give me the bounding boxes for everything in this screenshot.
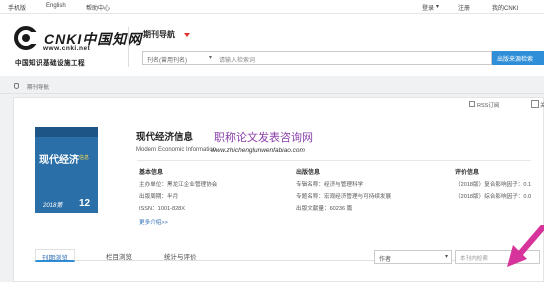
evaluation-info-heading: 评价信息 (455, 170, 480, 176)
help-center-link[interactable]: 帮助中心 (86, 3, 110, 12)
top-utility-bar: 手机版 English 帮助中心 登录 ▾ 注册 我的CNKI (0, 0, 544, 14)
chevron-down-icon: ▾ (444, 254, 448, 260)
english-link[interactable]: English (46, 3, 66, 9)
publish-info-line: 专题名称：宏观经济管理与可持续发展 (296, 194, 392, 200)
follow-link[interactable]: 关 (540, 101, 544, 109)
watermark-text: 职称论文发表咨询网 (214, 132, 313, 144)
search-button[interactable]: 出版来源检索 (492, 51, 544, 65)
rss-icon[interactable] (469, 101, 475, 107)
more-intro-link[interactable]: 更多介绍>> (139, 218, 168, 226)
basic-info-line: 主办单位：黑龙江企业管理协会 (139, 182, 218, 188)
logo-subtitle: 中国知识基础设施工程 (15, 60, 85, 67)
watermark-url: www.zhichenglunwenfabiao.com (211, 147, 305, 154)
evaluation-info-line: （2018版）综合影响因子：0.0 (455, 194, 532, 200)
nav-dropdown-icon[interactable] (184, 33, 190, 37)
chevron-down-icon: ▾ (208, 55, 212, 61)
tab-stats-evaluation[interactable]: 统计与评价 (158, 249, 203, 261)
header-divider (128, 27, 129, 67)
journal-title: 现代经济信息 (136, 132, 194, 143)
publish-info-line: 专辑名称：经济与管理科学 (296, 182, 364, 188)
search-field-label: 刊名(曾用刊名) (147, 58, 187, 64)
mobile-version-link[interactable]: 手机版 (8, 3, 26, 12)
tab-issue-browse[interactable]: 刊期浏览 (35, 249, 75, 262)
evaluation-info-line: （2018版）复合影响因子：0.1 (455, 182, 532, 188)
info-divider (137, 160, 531, 161)
in-journal-search-placeholder: 本刊内检索 (460, 256, 488, 262)
author-field-select[interactable]: 作者 ▾ (374, 250, 452, 264)
rss-subscribe-link[interactable]: RSS订阅 (477, 101, 499, 109)
basic-info-line: 出版周期：半月 (139, 194, 179, 200)
login-link[interactable]: 登录 (422, 3, 434, 12)
breadcrumb: 期刊导航 (0, 78, 544, 94)
cover-title: 现代经济 (39, 155, 79, 166)
publish-info-heading: 出版信息 (296, 170, 321, 176)
cnki-logo-icon[interactable] (14, 26, 40, 50)
login-dropdown-icon[interactable]: ▾ (436, 3, 439, 10)
cover-badge: 信息 (79, 155, 90, 161)
search-placeholder: 请输入检索词 (219, 58, 256, 64)
my-cnki-link[interactable]: 我的CNKI (492, 3, 518, 12)
tab-column-browse[interactable]: 栏目浏览 (100, 249, 138, 261)
search-field-select[interactable]: 刊名(曾用刊名) ▾ (142, 51, 216, 65)
location-pin-icon (14, 83, 19, 89)
logo-url: www.cnki.net (43, 45, 91, 52)
journal-title-en: Modern Economic Information (136, 147, 217, 153)
journal-navigation-title[interactable]: 期刊导航 (143, 29, 175, 40)
cover-header-band (35, 127, 98, 137)
publish-info-line: 出版文献量：60236 篇 (296, 206, 353, 212)
basic-info-line: ISSN：1001-828X (139, 206, 186, 212)
cover-number: 12 (79, 198, 91, 209)
journal-cover[interactable]: 现代经济 信息 2018第 12 (35, 127, 98, 213)
search-input[interactable]: 请输入检索词 (215, 51, 492, 65)
register-link[interactable]: 注册 (458, 3, 470, 12)
author-select-label: 作者 (379, 257, 392, 263)
cover-issue: 2018第 (43, 203, 63, 209)
breadcrumb-item[interactable]: 期刊导航 (27, 83, 49, 91)
annotation-arrow-icon (507, 225, 544, 267)
basic-info-heading: 基本信息 (139, 170, 164, 176)
follow-icon[interactable] (531, 100, 539, 108)
